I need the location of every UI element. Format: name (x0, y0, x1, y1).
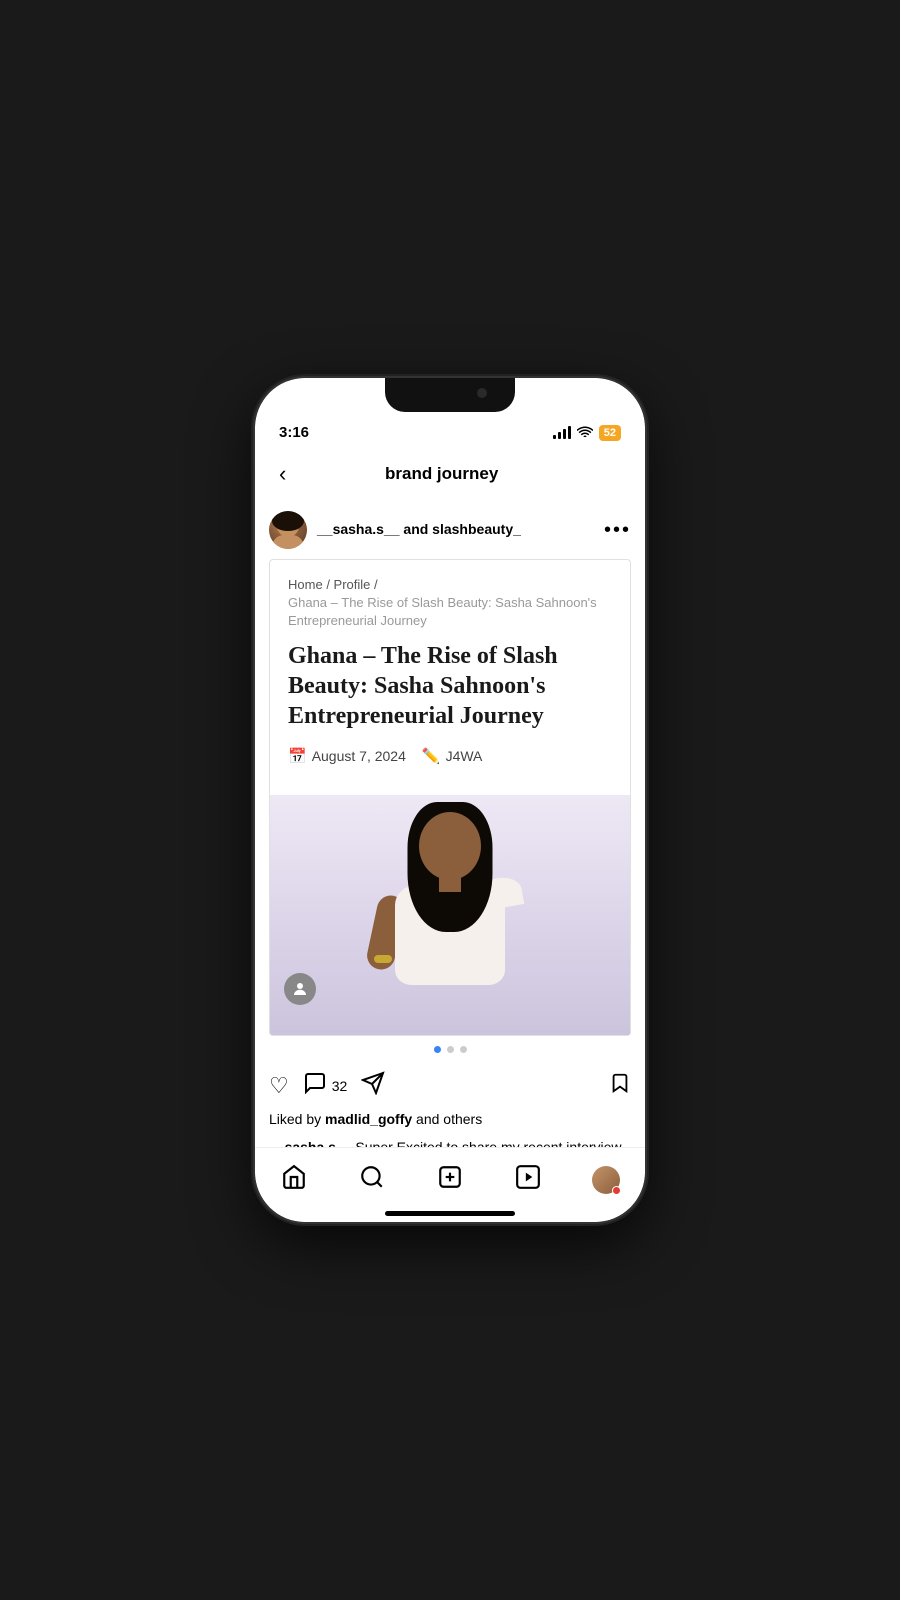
more-options-button[interactable]: ••• (604, 519, 631, 542)
actions-left: ♡ 32 (269, 1071, 385, 1101)
profile-avatar (592, 1166, 620, 1194)
notch (385, 378, 515, 412)
likes-suffix: and others (412, 1111, 482, 1127)
phone-frame: 3:16 52 (255, 378, 645, 1222)
wifi-icon (577, 425, 593, 440)
meta-date: 📅 August 7, 2024 (288, 747, 406, 765)
caption-username[interactable]: __sasha.s__ (269, 1139, 352, 1147)
article-image (270, 795, 630, 1035)
carousel-dot-2[interactable] (447, 1046, 454, 1053)
add-icon (437, 1164, 463, 1197)
post-user-info: __sasha.s__ and slashbeauty_ (317, 521, 604, 539)
likes-row: Liked by madlid_goffy and others (255, 1109, 645, 1133)
nav-title: brand journey (294, 464, 589, 484)
home-icon (281, 1164, 307, 1197)
carousel-dots (255, 1036, 645, 1063)
likes-user[interactable]: madlid_goffy (325, 1111, 412, 1127)
breadcrumb-sep1: / (326, 577, 333, 592)
signal-icon (553, 427, 571, 439)
post-header: __sasha.s__ and slashbeauty_ ••• (255, 501, 645, 559)
breadcrumb-sub: Ghana – The Rise of Slash Beauty: Sasha … (288, 595, 597, 628)
carousel-dot-3[interactable] (460, 1046, 467, 1053)
breadcrumb-profile[interactable]: Profile (334, 577, 371, 592)
camera (477, 388, 487, 398)
comment-button[interactable]: 32 (303, 1071, 348, 1101)
breadcrumb-home[interactable]: Home (288, 577, 323, 592)
caption: __sasha.s__ Super Excited to share my re… (255, 1133, 645, 1147)
breadcrumb-sep2: / (374, 577, 378, 592)
author-icon: ✏️ (422, 747, 441, 765)
top-nav: ‹ brand journey (255, 449, 645, 501)
status-icons: 52 (553, 425, 621, 441)
post-username[interactable]: __sasha.s__ and slashbeauty_ (317, 521, 521, 537)
like-icon: ♡ (269, 1073, 289, 1099)
article-card: Home / Profile / Ghana – The Rise of Sla… (269, 559, 631, 1036)
carousel-dot-1[interactable] (434, 1046, 441, 1053)
post-content: Home / Profile / Ghana – The Rise of Sla… (255, 559, 645, 1147)
comment-icon (303, 1071, 327, 1101)
search-nav-button[interactable] (350, 1158, 394, 1202)
article-title: Ghana – The Rise of Slash Beauty: Sasha … (288, 641, 612, 731)
comment-count: 32 (332, 1078, 348, 1094)
profile-nav-button[interactable] (584, 1158, 628, 1202)
post-actions: ♡ 32 (255, 1063, 645, 1109)
reels-nav-button[interactable] (506, 1158, 550, 1202)
home-nav-button[interactable] (272, 1158, 316, 1202)
breadcrumb: Home / Profile / Ghana – The Rise of Sla… (288, 576, 612, 631)
bookmark-button[interactable] (609, 1072, 631, 1100)
add-nav-button[interactable] (428, 1158, 472, 1202)
article-meta: 📅 August 7, 2024 ✏️ J4WA (288, 747, 612, 765)
side-avatar (284, 973, 316, 1005)
home-bar (385, 1211, 515, 1216)
search-icon (359, 1164, 385, 1197)
meta-author: ✏️ J4WA (422, 747, 483, 765)
reels-icon (515, 1164, 541, 1197)
article-date: August 7, 2024 (312, 748, 406, 764)
notification-dot (612, 1186, 621, 1195)
likes-prefix: Liked by (269, 1111, 325, 1127)
like-button[interactable]: ♡ (269, 1073, 289, 1099)
calendar-icon: 📅 (288, 747, 307, 765)
article-author: J4WA (446, 748, 483, 764)
share-icon (361, 1071, 385, 1101)
avatar[interactable] (269, 511, 307, 549)
article-inner: Home / Profile / Ghana – The Rise of Sla… (270, 560, 630, 795)
phone-screen: 3:16 52 (255, 378, 645, 1222)
battery-indicator: 52 (599, 425, 621, 441)
back-button[interactable]: ‹ (271, 457, 294, 491)
share-button[interactable] (361, 1071, 385, 1101)
status-time: 3:16 (279, 424, 309, 441)
